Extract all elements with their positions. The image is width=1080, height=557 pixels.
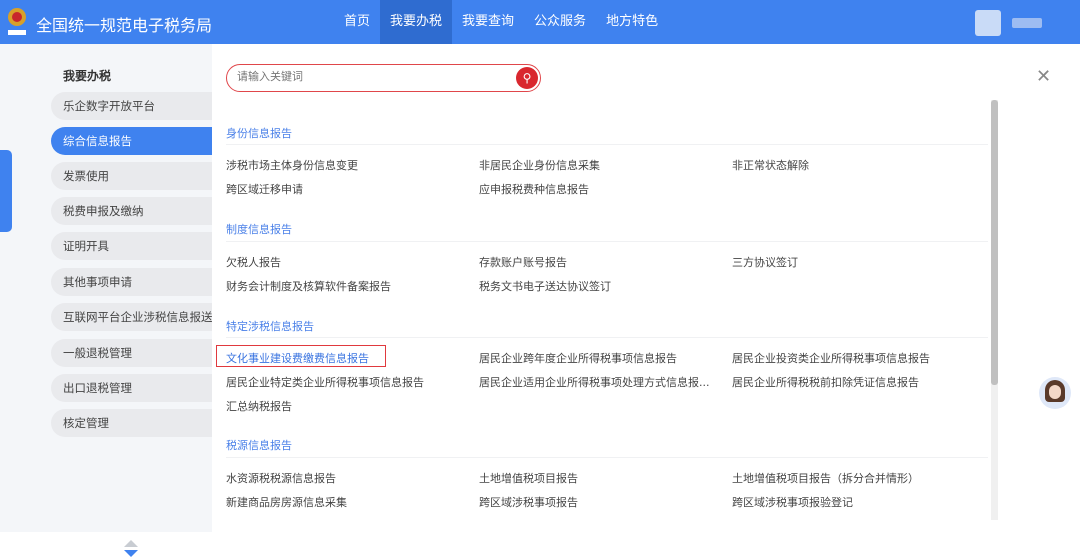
list-item[interactable]: 应申报税费种信息报告 — [479, 181, 589, 197]
sidebar-scroll-arrows[interactable] — [124, 540, 138, 557]
nav-public-service[interactable]: 公众服务 — [524, 0, 596, 44]
scrollbar[interactable] — [991, 100, 998, 520]
list-item[interactable]: 存款账户账号报告 — [479, 254, 567, 270]
list-item[interactable]: 水资源税税源信息报告 — [226, 470, 336, 486]
search-icon[interactable]: ⚲ — [516, 67, 538, 89]
list-item[interactable]: 土地增值税项目报告（拆分合并情形） — [732, 470, 919, 486]
sidebar-item[interactable]: 发票使用 — [51, 162, 212, 190]
list-item[interactable]: 跨区域涉税事项报告 — [479, 494, 578, 510]
divider — [226, 457, 988, 458]
list-item[interactable]: 居民企业跨年度企业所得税事项信息报告 — [479, 350, 677, 366]
section-title: 特定涉税信息报告 — [226, 320, 314, 333]
list-item[interactable]: 财务会计制度及核算软件备案报告 — [226, 278, 391, 294]
sidebar-item-active[interactable]: 综合信息报告 — [51, 127, 212, 155]
nav-handle-tax[interactable]: 我要办税 — [380, 0, 453, 44]
sidebar-item[interactable]: 乐企数字开放平台 — [51, 92, 212, 120]
list-item[interactable]: 跨区域涉税事项报验登记 — [732, 494, 853, 510]
user-name[interactable] — [1012, 18, 1042, 28]
close-icon[interactable]: ✕ — [1036, 66, 1051, 87]
list-item[interactable]: 土地增值税项目报告 — [479, 470, 578, 486]
nav-local-features[interactable]: 地方特色 — [596, 0, 668, 44]
sidebar-item[interactable]: 税费申报及缴纳 — [51, 197, 212, 225]
divider — [226, 337, 988, 338]
list-item[interactable]: 非正常状态解除 — [732, 157, 809, 173]
list-item[interactable]: 税务文书电子送达协议签订 — [479, 278, 611, 294]
list-item[interactable]: 三方协议签订 — [732, 254, 798, 270]
sidebar: 我要办税 乐企数字开放平台 综合信息报告 发票使用 税费申报及缴纳 证明开具 其… — [0, 44, 212, 557]
nav-home[interactable]: 首页 — [334, 0, 380, 44]
list-item[interactable]: 居民企业投资类企业所得税事项信息报告 — [732, 350, 930, 366]
list-item-highlighted[interactable]: 文化事业建设费缴费信息报告 — [226, 350, 369, 366]
sidebar-item[interactable]: 其他事项申请 — [51, 268, 212, 296]
list-item[interactable]: 居民企业适用企业所得税事项处理方式信息报... — [479, 374, 710, 390]
assistant-avatar-icon[interactable] — [1039, 377, 1071, 409]
scrollbar-thumb[interactable] — [991, 100, 998, 385]
list-item[interactable]: 欠税人报告 — [226, 254, 281, 270]
tax-emblem-logo — [8, 8, 26, 35]
sidebar-item[interactable]: 证明开具 — [51, 232, 212, 260]
search-input[interactable] — [237, 70, 507, 83]
section-title: 税源信息报告 — [226, 439, 292, 452]
site-title: 全国统一规范电子税务局 — [36, 16, 213, 35]
divider — [226, 241, 988, 242]
user-avatar[interactable] — [975, 10, 1001, 36]
section-title: 身份信息报告 — [226, 127, 292, 140]
list-item[interactable]: 非居民企业身份信息采集 — [479, 157, 600, 173]
search-box: ⚲ — [226, 64, 541, 92]
divider — [226, 144, 988, 145]
list-item[interactable]: 居民企业所得税税前扣除凭证信息报告 — [732, 374, 919, 390]
list-item[interactable]: 跨区域迁移申请 — [226, 181, 303, 197]
list-item[interactable]: 汇总纳税报告 — [226, 398, 292, 414]
main-nav: 首页 我要办税 我要查询 公众服务 地方特色 — [334, 0, 668, 44]
list-item[interactable]: 新建商品房房源信息采集 — [226, 494, 347, 510]
arrow-down-icon[interactable] — [124, 550, 138, 557]
sidebar-item[interactable]: 核定管理 — [51, 409, 212, 437]
list-item[interactable]: 涉税市场主体身份信息变更 — [226, 157, 358, 173]
arrow-up-icon[interactable] — [124, 540, 138, 547]
sidebar-item[interactable]: 互联网平台企业涉税信息报送 — [51, 303, 212, 331]
sidebar-item[interactable]: 一般退税管理 — [51, 339, 212, 367]
floating-side-tab[interactable] — [0, 150, 12, 232]
nav-query[interactable]: 我要查询 — [452, 0, 524, 44]
top-header: 全国统一规范电子税务局 首页 我要办税 我要查询 公众服务 地方特色 — [0, 0, 1080, 44]
list-item[interactable]: 居民企业特定类企业所得税事项信息报告 — [226, 374, 424, 390]
sidebar-item[interactable]: 出口退税管理 — [51, 374, 212, 402]
section-title: 制度信息报告 — [226, 223, 292, 236]
sidebar-title: 我要办税 — [63, 69, 112, 83]
